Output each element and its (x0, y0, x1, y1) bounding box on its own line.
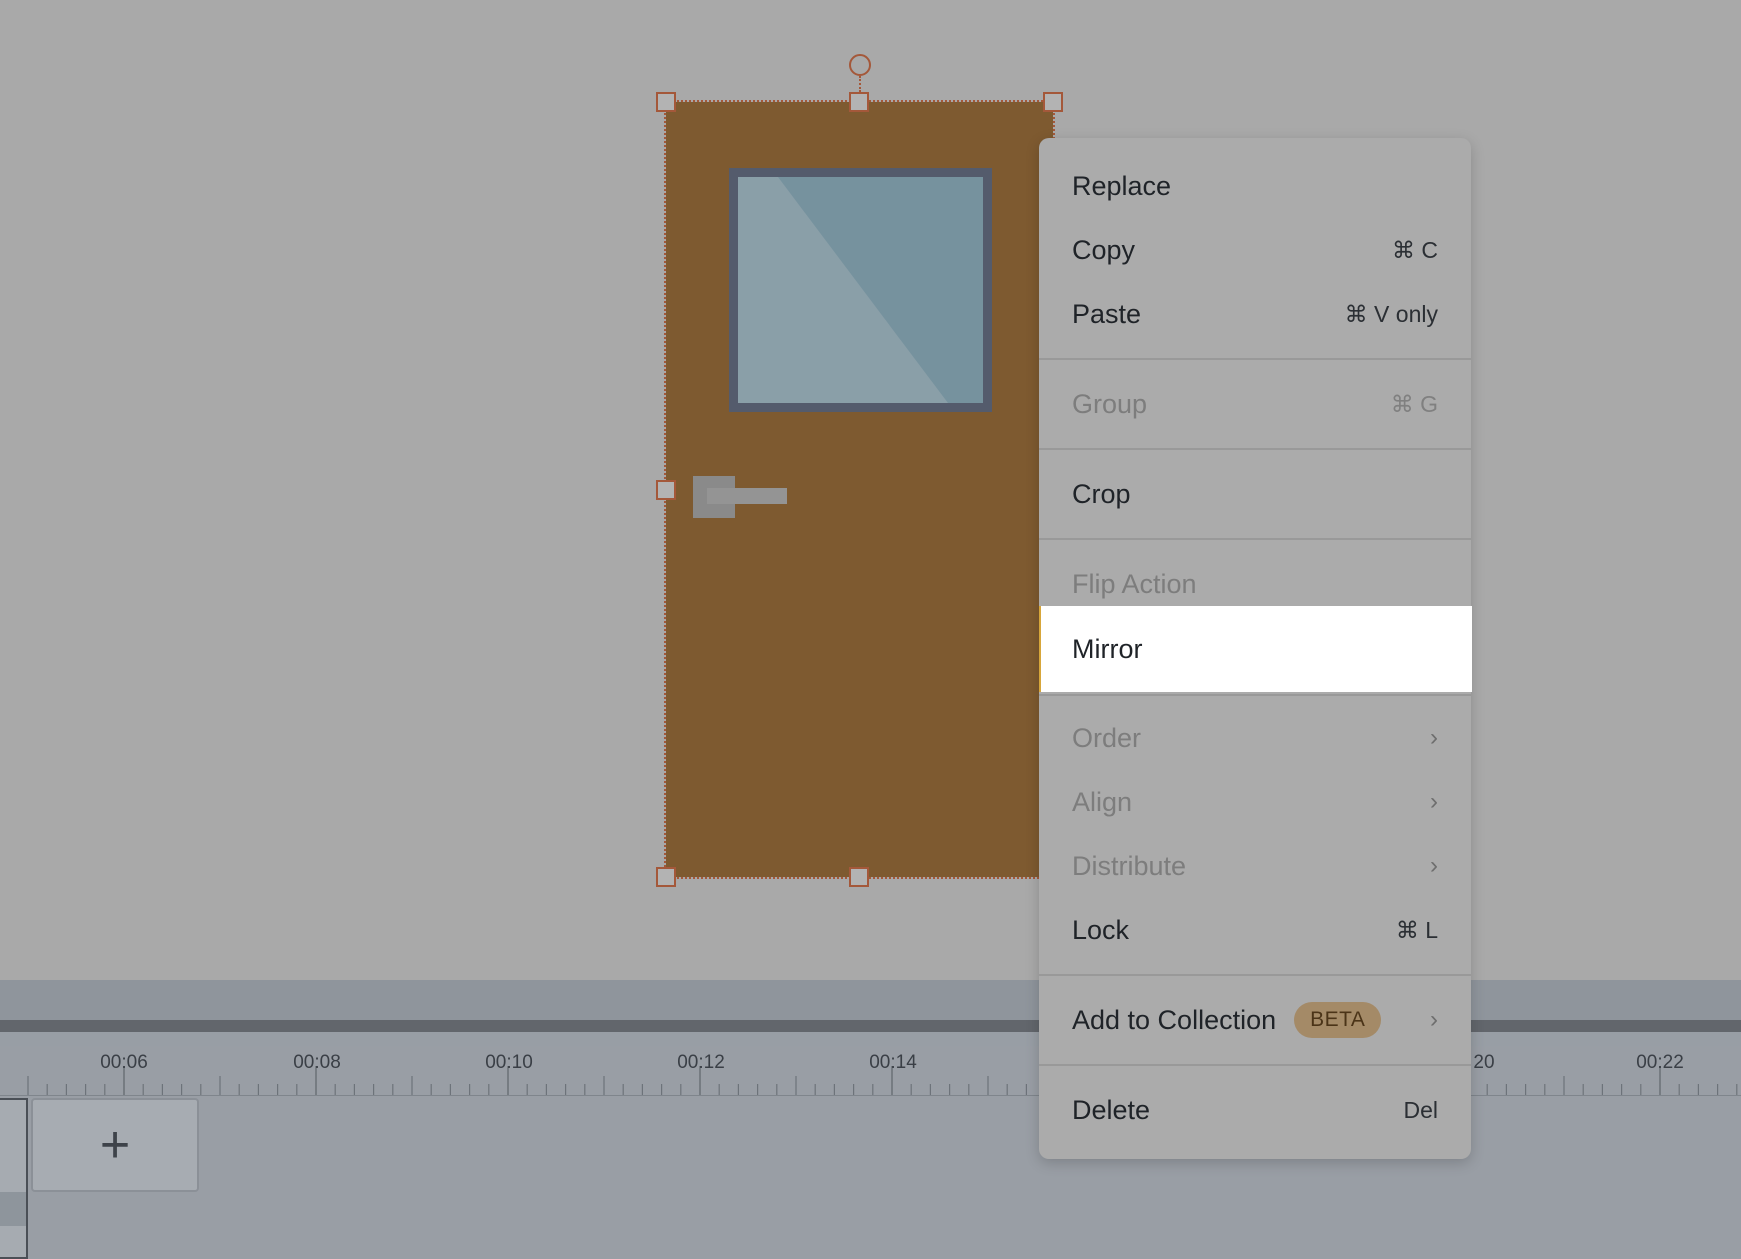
rotate-stem (859, 76, 861, 92)
chevron-right-icon: › (1430, 724, 1438, 751)
ruler-label: 00:22 (1636, 1052, 1684, 1073)
menu-item-delete[interactable]: Delete Del (1039, 1078, 1471, 1142)
menu-item-group[interactable]: Group ⌘ G (1039, 372, 1471, 436)
menu-item-paste[interactable]: Paste ⌘ V only (1039, 282, 1471, 346)
beta-badge: BETA (1294, 1002, 1382, 1038)
rotate-handle[interactable] (849, 54, 871, 76)
menu-item-label: Distribute (1072, 850, 1187, 881)
menu-divider (1039, 974, 1471, 976)
menu-item-label: Add to Collection (1072, 1004, 1277, 1035)
menu-item-shortcut: ⌘ L (1395, 916, 1438, 943)
menu-item-mirror[interactable]: Mirror (1039, 606, 1472, 692)
menu-item-label: Group (1072, 388, 1148, 419)
ruler-label: 00:08 (293, 1052, 341, 1073)
door-glass (738, 177, 983, 403)
menu-item-order[interactable]: Order › (1039, 706, 1471, 770)
add-scene-button[interactable]: + (31, 1098, 199, 1192)
timeline-header (0, 980, 1741, 1020)
menu-item-label: Paste (1072, 298, 1142, 329)
ruler-baseline (0, 1095, 1741, 1096)
resize-handle-bottom-left[interactable] (656, 867, 676, 887)
menu-item-label: Align (1072, 786, 1133, 817)
glass-reflection-icon (738, 177, 948, 403)
menu-item-shortcut: Del (1403, 1096, 1438, 1123)
menu-item-shortcut: ⌘ C (1392, 236, 1438, 263)
menu-item-shortcut: ⌘ V only (1344, 300, 1438, 327)
menu-item-align[interactable]: Align › (1039, 770, 1471, 834)
menu-item-copy[interactable]: Copy ⌘ C (1039, 218, 1471, 282)
menu-item-shortcut: ⌘ G (1390, 390, 1438, 417)
timeline-scrubber-bar[interactable] (0, 1020, 1741, 1032)
resize-handle-top-right[interactable] (1043, 92, 1063, 112)
chevron-right-icon: › (1430, 852, 1438, 879)
door-window (729, 168, 992, 412)
door-handle-lever (707, 488, 787, 504)
menu-divider (1039, 448, 1471, 450)
ruler-label: 00:06 (100, 1052, 148, 1073)
ruler-label: 00:12 (677, 1052, 725, 1073)
resize-handle-bottom-center[interactable] (849, 867, 869, 887)
timeline-clip-band (0, 1192, 26, 1226)
menu-divider (1039, 1064, 1471, 1066)
menu-divider (1039, 538, 1471, 540)
ruler-label: 00:10 (485, 1052, 533, 1073)
plus-icon: + (99, 1116, 131, 1174)
menu-item-distribute[interactable]: Distribute › (1039, 834, 1471, 898)
chevron-right-icon: › (1430, 1006, 1438, 1033)
menu-item-label: Lock (1072, 914, 1130, 945)
menu-item-replace[interactable]: Replace (1039, 154, 1471, 218)
ruler-label: 00:14 (869, 1052, 917, 1073)
resize-handle-top-left[interactable] (656, 92, 676, 112)
chevron-right-icon: › (1430, 788, 1438, 815)
menu-item-add-to-collection[interactable]: Add to Collection BETA › (1039, 988, 1471, 1052)
resize-handle-middle-left[interactable] (656, 480, 676, 500)
menu-item-lock[interactable]: Lock ⌘ L (1039, 898, 1471, 962)
menu-item-label: Flip Action (1072, 568, 1197, 599)
context-menu: Replace Copy ⌘ C Paste ⌘ V only Group ⌘ … (1039, 138, 1472, 1159)
menu-item-label: Delete (1072, 1094, 1151, 1125)
ruler-label: 20 (1473, 1052, 1495, 1073)
menu-item-label: Crop (1072, 478, 1131, 509)
menu-item-label: Copy (1072, 234, 1136, 265)
menu-divider (1039, 694, 1471, 696)
timeline-separator (0, 1032, 1741, 1046)
timeline-clip[interactable] (0, 1098, 28, 1259)
menu-item-label: Replace (1072, 170, 1172, 201)
menu-item-label-group: Add to Collection BETA (1072, 1002, 1382, 1038)
menu-item-label: Mirror (1072, 633, 1143, 664)
menu-item-label: Order (1072, 722, 1142, 753)
resize-handle-top-center[interactable] (849, 92, 869, 112)
menu-item-crop[interactable]: Crop (1039, 462, 1471, 526)
menu-divider (1039, 358, 1471, 360)
